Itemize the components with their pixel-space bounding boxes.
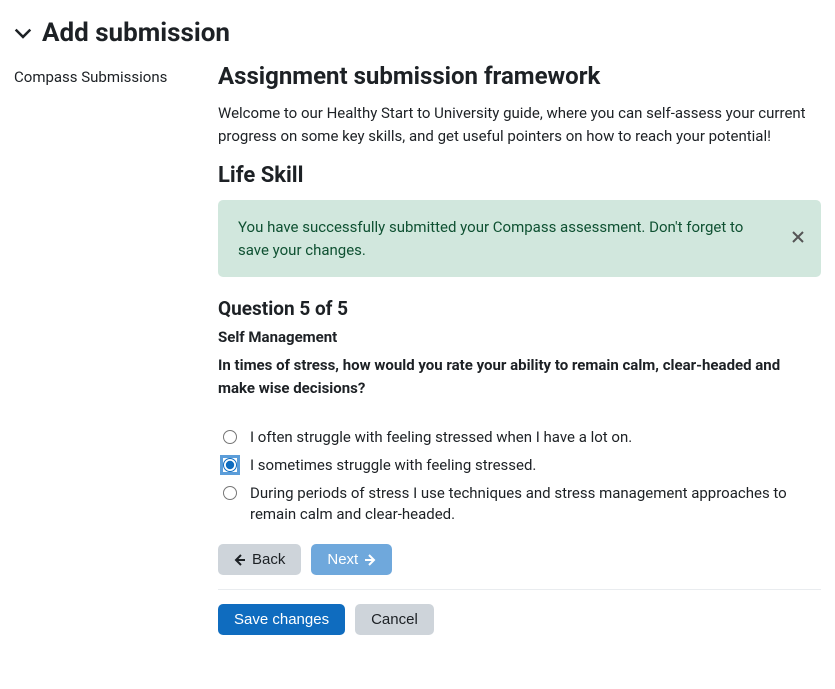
life-skill-heading: Life Skill <box>218 163 821 188</box>
back-button[interactable]: Back <box>218 544 301 575</box>
next-button[interactable]: Next <box>311 544 392 575</box>
arrow-left-icon <box>234 554 246 566</box>
page-title: Add submission <box>42 18 230 48</box>
sidebar: Compass Submissions <box>14 60 204 649</box>
question-text: In times of stress, how would you rate y… <box>218 354 818 399</box>
arrow-right-icon <box>364 554 376 566</box>
chevron-down-icon[interactable] <box>14 24 32 42</box>
framework-heading: Assignment submission framework <box>218 62 821 90</box>
question-category: Self Management <box>218 328 821 346</box>
save-changes-button[interactable]: Save changes <box>218 604 345 635</box>
back-button-label: Back <box>252 552 285 567</box>
close-icon <box>791 228 805 249</box>
alert-close-button[interactable] <box>787 226 809 252</box>
success-alert: You have successfully submitted your Com… <box>218 200 821 277</box>
next-button-label: Next <box>327 552 358 567</box>
question-number: Question 5 of 5 <box>218 297 821 320</box>
options-group: I often struggle with feeling stressed w… <box>218 427 821 526</box>
option-radio-2[interactable] <box>223 486 237 500</box>
option-radio-0[interactable] <box>223 430 237 444</box>
sidebar-compass-submissions[interactable]: Compass Submissions <box>14 68 204 86</box>
main-content: Assignment submission framework Welcome … <box>218 60 821 649</box>
option-label: I sometimes struggle with feeling stress… <box>250 455 810 477</box>
option-label: I often struggle with feeling stressed w… <box>250 427 810 449</box>
option-row[interactable]: During periods of stress I use technique… <box>218 483 821 527</box>
cancel-button[interactable]: Cancel <box>355 604 434 635</box>
option-radio-1[interactable] <box>223 458 237 472</box>
option-label: During periods of stress I use technique… <box>250 483 810 527</box>
divider <box>218 589 821 590</box>
alert-text: You have successfully submitted your Com… <box>238 218 743 259</box>
option-row[interactable]: I sometimes struggle with feeling stress… <box>218 455 821 477</box>
option-row[interactable]: I often struggle with feeling stressed w… <box>218 427 821 449</box>
intro-text: Welcome to our Healthy Start to Universi… <box>218 102 818 147</box>
